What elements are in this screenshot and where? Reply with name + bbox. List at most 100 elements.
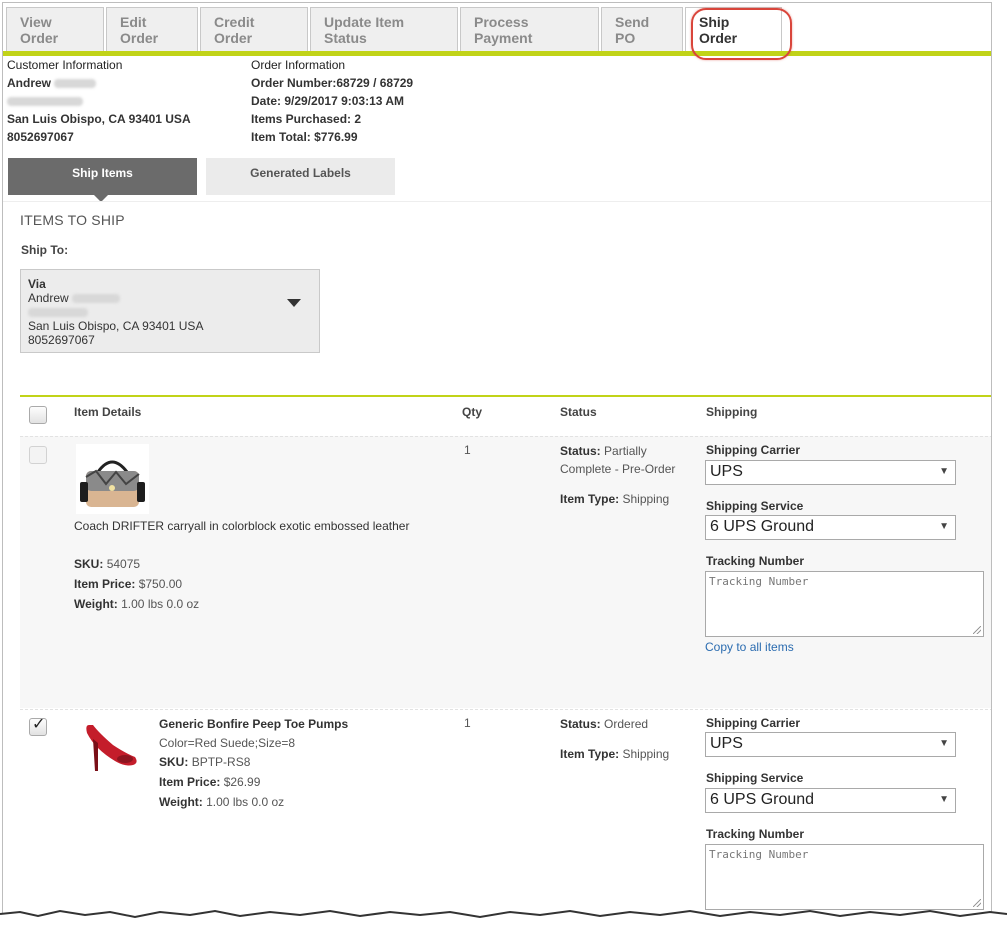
service-value: 6 UPS Ground xyxy=(710,518,815,535)
order-heading: Order Information xyxy=(251,58,346,72)
customer-street xyxy=(7,92,191,110)
order-items-label: Items Purchased: xyxy=(251,112,352,126)
item-meta: SKU: 54075 Item Price: $750.00 Weight: 1… xyxy=(74,555,199,613)
redacted-surname xyxy=(54,79,97,89)
carrier-label: Shipping Carrier xyxy=(706,443,801,457)
customer-first-name: Andrew xyxy=(7,76,52,90)
torn-edge xyxy=(0,909,1007,932)
section-title: ITEMS TO SHIP xyxy=(20,212,125,228)
sku-label: SKU: xyxy=(74,557,104,571)
order-window: View Order Edit Order Credit Order Updat… xyxy=(2,2,992,917)
tracking-placeholder: Tracking Number xyxy=(709,575,809,588)
price-label: Item Price: xyxy=(74,577,136,591)
customer-city: San Luis Obispo, CA 93401 USA xyxy=(7,112,191,126)
tab-send-po[interactable]: Send PO xyxy=(601,7,683,51)
carrier-label: Shipping Carrier xyxy=(706,716,801,730)
tab-edit-order[interactable]: Edit Order xyxy=(106,7,198,51)
item-variant: Color=Red Suede;Size=8 xyxy=(159,736,296,750)
weight-label: Weight: xyxy=(159,795,203,809)
tab-ship-items[interactable]: Ship Items xyxy=(8,158,197,202)
tracking-label: Tracking Number xyxy=(706,827,805,841)
item-type: Item Type: Shipping xyxy=(560,745,669,763)
ship-to-name-line: Andrew xyxy=(28,291,312,305)
header-shipping: Shipping xyxy=(706,405,758,419)
item-price: Item Price: $750.00 xyxy=(74,575,199,593)
tracking-label: Tracking Number xyxy=(706,554,805,568)
status-line-2: Complete - Pre-Order xyxy=(560,462,676,476)
price-value: $750.00 xyxy=(138,577,183,591)
handbag-icon xyxy=(80,460,145,507)
header-qty: Qty xyxy=(462,405,483,419)
divider xyxy=(3,201,991,202)
item-checkbox[interactable] xyxy=(29,446,47,464)
item-type-label: Item Type: xyxy=(560,747,620,761)
order-items-value: 2 xyxy=(354,112,362,126)
customer-heading: Customer Information xyxy=(7,58,123,72)
item-type: Item Type: Shipping xyxy=(560,490,675,508)
table-top-border xyxy=(20,395,991,397)
order-total: Item Total: $776.99 xyxy=(251,128,413,146)
price-value: $26.99 xyxy=(223,775,261,789)
item-price: Item Price: $26.99 xyxy=(159,773,348,791)
item-type-value: Shipping xyxy=(622,492,670,506)
tab-ship-order[interactable]: Ship Order xyxy=(685,7,782,51)
item-sku: SKU: 54075 xyxy=(74,555,199,573)
carrier-select[interactable]: UPS ▼ xyxy=(705,460,956,485)
redacted-street xyxy=(28,308,88,318)
sku-value: 54075 xyxy=(106,557,141,571)
tracking-placeholder: Tracking Number xyxy=(709,848,809,861)
select-all-checkbox[interactable] xyxy=(29,406,47,424)
status-label: Status: xyxy=(560,444,601,458)
ship-to-label: Ship To: xyxy=(21,243,69,257)
order-date: Date: 9/29/2017 9:03:13 AM xyxy=(251,92,413,110)
status-value: Partially xyxy=(604,444,647,458)
weight-value: 1.00 lbs 0.0 oz xyxy=(121,597,200,611)
tracking-input[interactable]: Tracking Number xyxy=(705,571,984,637)
ship-to-city: San Luis Obispo, CA 93401 USA xyxy=(28,319,204,333)
header-item-details: Item Details xyxy=(74,405,142,419)
carrier-value: UPS xyxy=(710,735,743,752)
chevron-down-icon: ▼ xyxy=(939,521,949,532)
ship-to-street-line xyxy=(28,305,312,319)
service-select[interactable]: 6 UPS Ground ▼ xyxy=(705,515,956,540)
status-line: Status: Ordered xyxy=(560,715,669,733)
item-type-value: Shipping xyxy=(622,747,670,761)
tab-view-order[interactable]: View Order xyxy=(6,7,104,51)
ship-to-select[interactable]: Via Andrew San Luis Obispo, CA 93401 USA… xyxy=(20,269,320,353)
customer-name: Andrew xyxy=(7,74,191,92)
carrier-value: UPS xyxy=(710,463,743,480)
status-value: Ordered xyxy=(604,717,649,731)
tab-process-payment[interactable]: Process Payment xyxy=(460,7,599,51)
chevron-down-icon: ▼ xyxy=(939,738,949,749)
ship-to-via: Via xyxy=(28,277,46,291)
order-total-label: Item Total: xyxy=(251,130,311,144)
redacted-surname xyxy=(72,294,121,304)
chevron-down-icon: ▼ xyxy=(939,466,949,477)
sku-value: BPTP-RS8 xyxy=(191,755,251,769)
carrier-select[interactable]: UPS ▼ xyxy=(705,732,956,757)
order-number-value: 68729 / 68729 xyxy=(336,76,414,90)
status-line: Status: Partially xyxy=(560,442,675,460)
copy-to-all-link[interactable]: Copy to all items xyxy=(705,640,794,654)
item-checkbox[interactable]: ✓ xyxy=(29,716,47,736)
item-type-label: Item Type: xyxy=(560,492,620,506)
chevron-down-icon[interactable] xyxy=(287,299,301,307)
sku-label: SKU: xyxy=(159,755,189,769)
service-label: Shipping Service xyxy=(706,771,804,785)
chevron-down-icon: ▼ xyxy=(939,794,949,805)
item-qty: 1 xyxy=(464,443,471,457)
tab-credit-order[interactable]: Credit Order xyxy=(200,7,308,51)
service-select[interactable]: 6 UPS Ground ▼ xyxy=(705,788,956,813)
resize-handle-icon[interactable] xyxy=(973,626,981,634)
weight-label: Weight: xyxy=(74,597,118,611)
order-tabs: View Order Edit Order Credit Order Updat… xyxy=(6,7,782,51)
product-image[interactable] xyxy=(81,719,143,781)
item-name: Coach DRIFTER carryall in colorblock exo… xyxy=(74,519,410,533)
order-info: Order Information Order Number:68729 / 6… xyxy=(251,56,413,146)
tab-generated-labels[interactable]: Generated Labels xyxy=(206,158,395,195)
price-label: Item Price: xyxy=(159,775,221,789)
product-image[interactable] xyxy=(76,444,149,514)
tab-update-item-status[interactable]: Update Item Status xyxy=(310,7,458,51)
service-label: Shipping Service xyxy=(706,499,804,513)
item-name: Generic Bonfire Peep Toe Pumps xyxy=(159,717,349,731)
